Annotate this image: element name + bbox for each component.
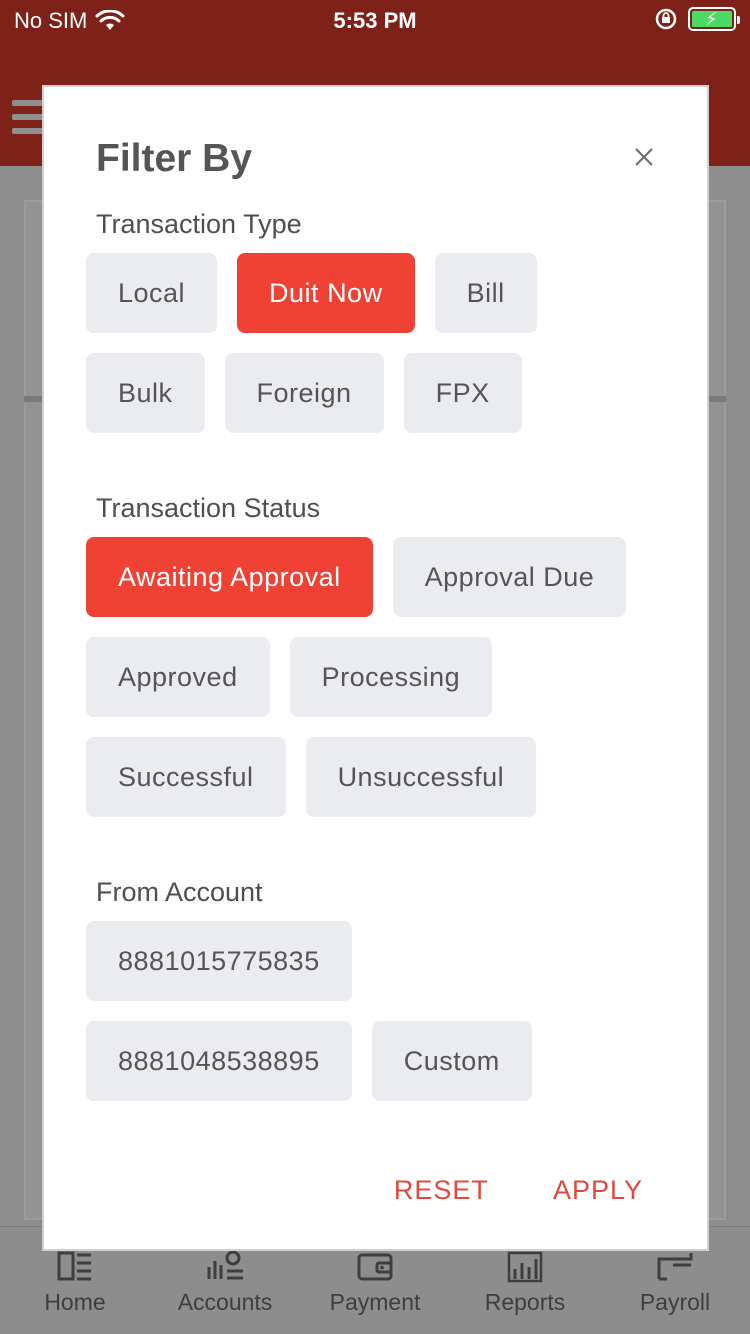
filter-modal: Filter By Transaction Type Local Duit No… <box>42 85 709 1251</box>
chip-local[interactable]: Local <box>86 253 218 333</box>
tab-label: Payment <box>329 1289 421 1315</box>
tab-label: Home <box>44 1289 106 1315</box>
battery-icon: ⚡ <box>688 7 740 31</box>
chip-account-2[interactable]: 8881048538895 <box>86 1021 352 1101</box>
from-account-row-2: 8881048538895 Custom <box>86 1021 532 1101</box>
chip-account-1[interactable]: 8881015775835 <box>86 921 352 1001</box>
payroll-icon <box>657 1253 693 1281</box>
chip-custom[interactable]: Custom <box>371 1021 532 1101</box>
accounts-icon <box>207 1250 243 1280</box>
modal-actions: RESET APPLY <box>394 1175 643 1206</box>
status-bar: No SIM 5:53 PM ⚡ <box>0 0 750 40</box>
from-account-label: From Account <box>96 877 263 907</box>
wallet-icon <box>357 1253 393 1281</box>
transaction-type-label: Transaction Type <box>96 209 302 239</box>
from-account-row-1: 8881015775835 <box>86 921 352 1001</box>
modal-title: Filter By <box>96 137 253 180</box>
tab-label: Reports <box>484 1289 566 1315</box>
transaction-type-row-1: Local Duit Now Bill <box>86 253 537 333</box>
chip-approved[interactable]: Approved <box>86 637 270 717</box>
chip-duit-now[interactable]: Duit Now <box>237 253 415 333</box>
tab-label: Payroll <box>639 1289 711 1315</box>
transaction-type-row-2: Bulk Foreign FPX <box>86 353 522 433</box>
reports-icon <box>507 1251 543 1283</box>
menu-icon[interactable] <box>12 100 46 140</box>
apply-button[interactable]: APPLY <box>553 1175 643 1206</box>
orientation-lock-icon <box>655 8 677 30</box>
close-icon[interactable] <box>632 145 656 169</box>
transaction-status-row-2: Approved Processing <box>86 637 493 717</box>
chip-foreign[interactable]: Foreign <box>224 353 384 433</box>
chip-bill[interactable]: Bill <box>434 253 537 333</box>
status-time: 5:53 PM <box>333 8 417 33</box>
tab-label: Accounts <box>177 1289 273 1315</box>
reset-button[interactable]: RESET <box>394 1175 489 1206</box>
chip-approval-due[interactable]: Approval Due <box>392 537 627 617</box>
chip-fpx[interactable]: FPX <box>403 353 522 433</box>
transaction-status-row-1: Awaiting Approval Approval Due <box>86 537 627 617</box>
chip-unsuccessful[interactable]: Unsuccessful <box>305 737 537 817</box>
home-icon <box>57 1251 91 1281</box>
status-right: ⚡ <box>654 7 740 31</box>
chip-bulk[interactable]: Bulk <box>86 353 205 433</box>
transaction-status-row-3: Successful Unsuccessful <box>86 737 537 817</box>
chip-awaiting-approval[interactable]: Awaiting Approval <box>86 537 373 617</box>
transaction-status-label: Transaction Status <box>96 493 321 523</box>
chip-processing[interactable]: Processing <box>289 637 493 717</box>
chip-successful[interactable]: Successful <box>86 737 286 817</box>
